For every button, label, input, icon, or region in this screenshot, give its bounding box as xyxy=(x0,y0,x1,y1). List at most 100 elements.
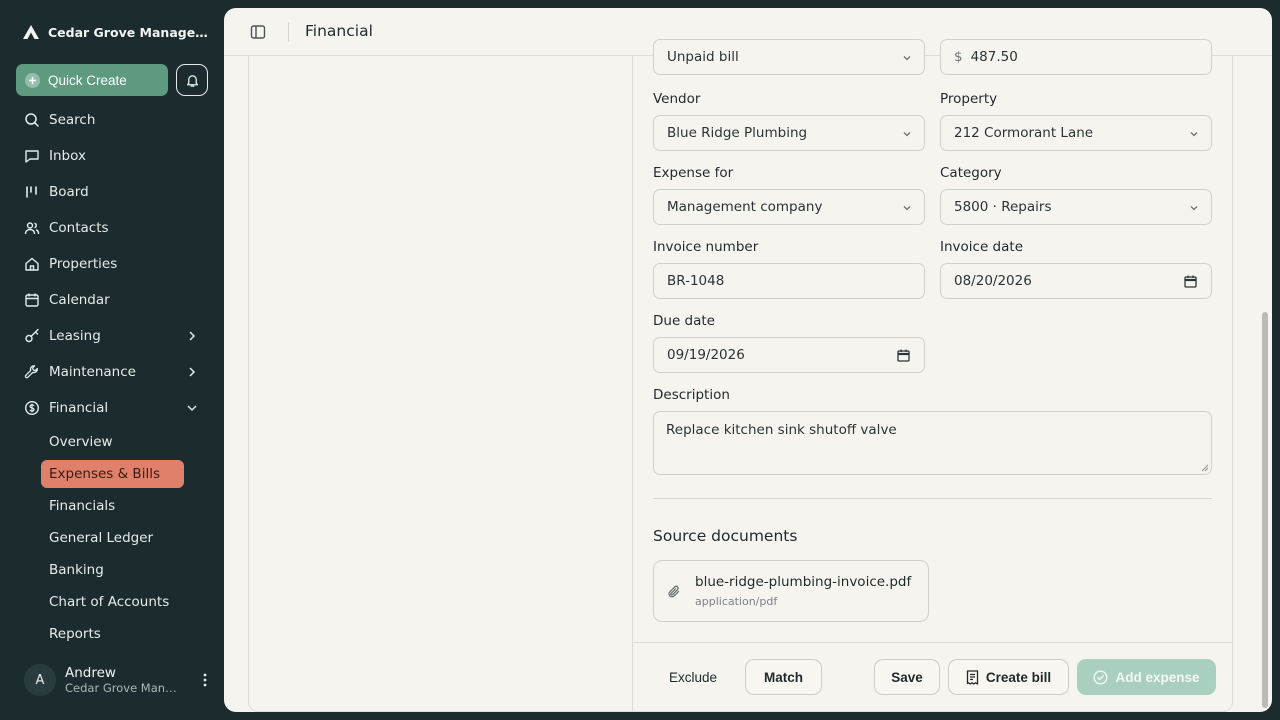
submenu-item-reports[interactable]: Reports xyxy=(41,620,184,648)
sidebar-item-calendar[interactable]: Calendar xyxy=(16,284,208,316)
calendar-icon xyxy=(24,292,40,308)
due-date-label: Due date xyxy=(653,313,715,329)
invoice-date-label: Invoice date xyxy=(940,239,1023,255)
sidebar-item-label: Search xyxy=(49,112,96,128)
wrench-icon xyxy=(24,364,40,380)
board-icon xyxy=(24,184,40,200)
document-file-name: blue-ridge-plumbing-invoice.pdf xyxy=(695,574,912,590)
sidebar-item-label: Financial xyxy=(49,400,109,416)
exclude-label: Exclude xyxy=(668,669,718,685)
submenu-item-general-ledger[interactable]: General Ledger xyxy=(41,524,184,552)
property-value: 212 Cormorant Lane xyxy=(954,125,1094,141)
category-value: 5800 · Repairs xyxy=(954,199,1052,215)
vendor-label: Vendor xyxy=(653,91,701,107)
amount-field[interactable]: $ 487.50 xyxy=(940,39,1212,75)
inbox-icon xyxy=(24,148,40,164)
bill-status-value: Unpaid bill xyxy=(667,49,739,65)
paperclip-icon xyxy=(667,584,681,600)
exclude-button[interactable]: Exclude xyxy=(654,659,732,695)
topbar-divider xyxy=(288,22,289,42)
category-select[interactable]: 5800 · Repairs xyxy=(940,189,1212,225)
submenu-item-overview[interactable]: Overview xyxy=(41,428,184,456)
submenu-item-financials[interactable]: Financials xyxy=(41,492,184,520)
match-label: Match xyxy=(763,669,803,685)
create-bill-button[interactable]: Create bill xyxy=(948,659,1069,695)
source-documents-title: Source documents xyxy=(653,527,798,545)
chevron-down-icon xyxy=(1189,129,1199,139)
sidebar-item-board[interactable]: Board xyxy=(16,176,208,208)
sidebar-item-label: Calendar xyxy=(49,292,110,308)
sidebar-item-financial[interactable]: Financial xyxy=(16,392,208,424)
save-label: Save xyxy=(891,669,923,685)
source-document-card[interactable]: blue-ridge-plumbing-invoice.pdf applicat… xyxy=(653,560,929,622)
invoice-date-input[interactable]: 08/20/2026 xyxy=(940,263,1212,299)
search-icon xyxy=(24,112,40,128)
home-icon xyxy=(24,256,40,272)
bill-status-select[interactable]: Unpaid bill xyxy=(653,39,925,75)
section-divider xyxy=(653,498,1212,499)
description-textarea[interactable]: Replace kitchen sink shutoff valve xyxy=(653,411,1212,475)
due-date-input[interactable]: 09/19/2026 xyxy=(653,337,925,373)
bell-icon xyxy=(185,73,200,88)
sidebar-item-label: Leasing xyxy=(49,328,101,344)
invoice-date-value: 08/20/2026 xyxy=(954,273,1032,289)
brand[interactable]: Cedar Grove Manageme… xyxy=(22,22,212,42)
description-label: Description xyxy=(653,387,730,403)
submenu-item-expenses-bills[interactable]: Expenses & Bills xyxy=(41,460,184,488)
expense-for-select[interactable]: Management company xyxy=(653,189,925,225)
key-icon xyxy=(24,328,40,344)
sidebar-item-leasing[interactable]: Leasing xyxy=(16,320,208,352)
sidebar: Cedar Grove Manageme… Quick Create Searc… xyxy=(0,0,224,720)
invoice-number-input[interactable]: BR-1048 xyxy=(653,263,925,299)
submenu-item-banking[interactable]: Banking xyxy=(41,556,184,584)
sidebar-item-search[interactable]: Search xyxy=(16,104,208,136)
vertical-scrollbar[interactable] xyxy=(1262,312,1268,708)
sidebar-item-label: Contacts xyxy=(49,220,109,236)
avatar: A xyxy=(24,664,56,696)
submenu-item-chart-of-accounts[interactable]: Chart of Accounts xyxy=(41,588,184,616)
chevron-down-icon xyxy=(902,53,912,63)
resize-handle-icon[interactable] xyxy=(1201,464,1209,472)
sidebar-item-maintenance[interactable]: Maintenance xyxy=(16,356,208,388)
save-button[interactable]: Save xyxy=(874,659,940,695)
create-bill-label: Create bill xyxy=(985,669,1052,685)
contacts-icon xyxy=(24,220,40,236)
add-expense-button[interactable]: Add expense xyxy=(1077,659,1216,695)
sidebar-item-label: Properties xyxy=(49,256,118,272)
receipt-icon xyxy=(966,669,979,685)
vendor-value: Blue Ridge Plumbing xyxy=(667,125,808,141)
chevron-right-icon xyxy=(186,366,198,378)
chevron-down-icon xyxy=(186,402,198,414)
add-expense-label: Add expense xyxy=(1115,669,1200,685)
notifications-button[interactable] xyxy=(176,64,208,96)
user-name: Andrew xyxy=(65,665,116,681)
sidebar-item-properties[interactable]: Properties xyxy=(16,248,208,280)
sidebar-item-inbox[interactable]: Inbox xyxy=(16,140,208,172)
category-label: Category xyxy=(940,165,1002,181)
main-panel: Financial Unpaid bill $ 487.50 Vendor Pr… xyxy=(224,8,1272,712)
currency-symbol: $ xyxy=(954,49,963,65)
user-profile[interactable]: A Andrew Cedar Grove Mana… xyxy=(24,660,208,700)
quick-create-button[interactable]: Quick Create xyxy=(16,64,168,96)
sidebar-item-contacts[interactable]: Contacts xyxy=(16,212,208,244)
document-file-type: application/pdf xyxy=(695,595,778,608)
property-label: Property xyxy=(940,91,998,107)
check-circle-icon xyxy=(1093,669,1108,685)
vendor-select[interactable]: Blue Ridge Plumbing xyxy=(653,115,925,151)
more-vertical-icon[interactable] xyxy=(202,672,208,688)
description-value: Replace kitchen sink shutoff valve xyxy=(666,422,897,438)
calendar-icon[interactable] xyxy=(897,349,910,362)
invoice-number-value: BR-1048 xyxy=(667,273,725,289)
amount-value: 487.50 xyxy=(970,49,1018,65)
property-select[interactable]: 212 Cormorant Lane xyxy=(940,115,1212,151)
chevron-down-icon xyxy=(902,129,912,139)
quick-create-label: Quick Create xyxy=(48,72,127,88)
expense-for-value: Management company xyxy=(667,199,823,215)
invoice-number-label: Invoice number xyxy=(653,239,759,255)
user-org: Cedar Grove Mana… xyxy=(65,681,183,695)
brand-name: Cedar Grove Manageme… xyxy=(48,24,208,40)
sidebar-toggle-icon[interactable] xyxy=(250,24,266,40)
match-button[interactable]: Match xyxy=(745,659,822,695)
calendar-icon[interactable] xyxy=(1184,275,1197,288)
plus-icon xyxy=(25,72,40,88)
